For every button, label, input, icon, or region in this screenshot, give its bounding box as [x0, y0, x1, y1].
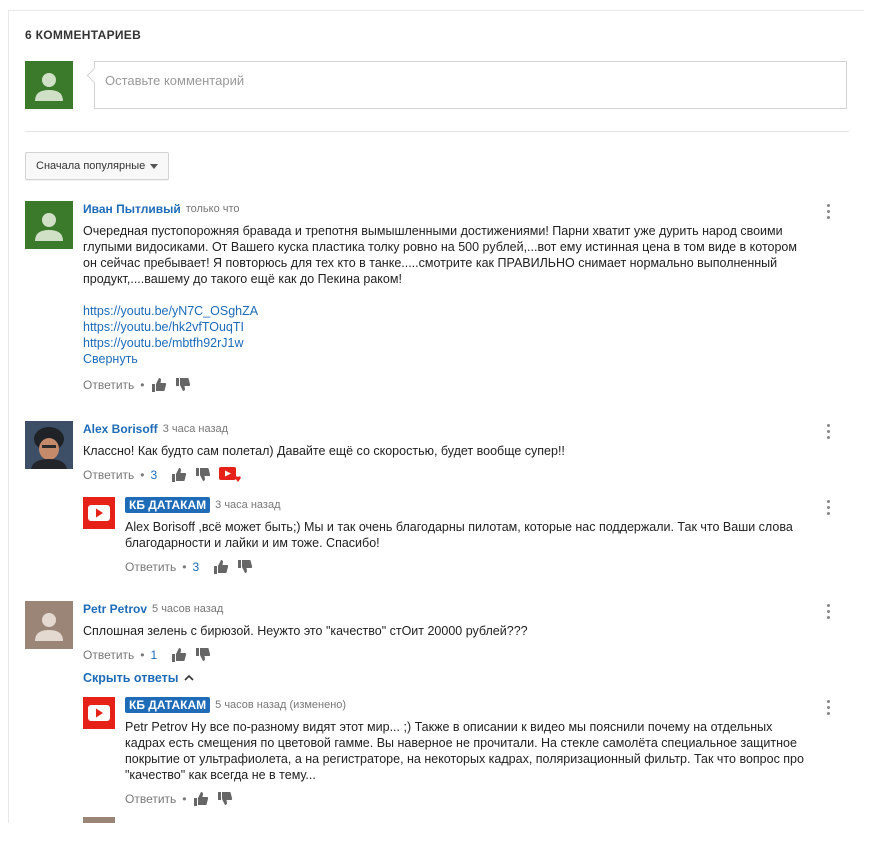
- hide-replies-toggle[interactable]: Скрыть ответы: [83, 671, 803, 685]
- hide-replies-label: Скрыть ответы: [83, 671, 179, 685]
- divider: [25, 131, 849, 132]
- comment-link[interactable]: https://youtu.be/mbtfh92rJ1w: [83, 335, 803, 351]
- avatar[interactable]: [25, 601, 73, 649]
- channel-avatar[interactable]: [83, 697, 115, 729]
- comment-time[interactable]: 3 часа назад: [163, 423, 228, 435]
- avatar[interactable]: [25, 421, 73, 469]
- thumbs-down-icon[interactable]: [175, 377, 191, 393]
- reply-item: КБ ДАТАКАМ 3 часа назад Alex Borisoff ,в…: [125, 497, 815, 575]
- thumbs-up-icon[interactable]: [193, 791, 209, 807]
- more-menu-icon[interactable]: [827, 204, 831, 220]
- comment-item: Petr Petrov 5 часов назад Сплошная зелен…: [83, 601, 803, 685]
- channel-owner-badge[interactable]: КБ ДАТАКАМ: [125, 697, 211, 713]
- comment-text: Petr Petrov Ну все по-разному видят этот…: [125, 720, 804, 782]
- creator-heart-icon: [219, 467, 241, 482]
- comment-author[interactable]: Alex Borisoff: [83, 422, 158, 436]
- more-menu-icon[interactable]: [827, 424, 831, 440]
- like-count: 3: [192, 560, 200, 574]
- current-user-avatar: [25, 61, 73, 109]
- collapse-link[interactable]: Свернуть: [83, 351, 803, 367]
- channel-owner-badge[interactable]: КБ ДАТАКАМ: [125, 497, 211, 513]
- reply-button[interactable]: Ответить: [125, 560, 176, 574]
- sort-label: Сначала популярные: [36, 160, 146, 172]
- comment-time[interactable]: 5 часов назад: [152, 603, 223, 615]
- comment-input-placeholder: Оставьте комментарий: [105, 73, 245, 88]
- thumbs-down-icon[interactable]: [237, 559, 253, 575]
- thumbs-down-icon[interactable]: [195, 467, 211, 483]
- more-menu-icon[interactable]: [827, 500, 831, 516]
- comment-text: Alex Borisoff ,всё может быть;) Мы и так…: [125, 520, 793, 550]
- comment-time[interactable]: 5 часов назад (изменено): [215, 699, 346, 711]
- thumbs-up-icon[interactable]: [151, 377, 167, 393]
- comment-text: Сплошная зелень с бирюзой. Неужто это "к…: [83, 624, 528, 638]
- comment-author[interactable]: Иван Пытливый: [83, 202, 181, 216]
- more-menu-icon[interactable]: [827, 604, 831, 620]
- comments-panel: 6 КОММЕНТАРИЕВ Оставьте комментарий Снач…: [8, 10, 864, 823]
- reply-button[interactable]: Ответить: [83, 468, 134, 482]
- avatar[interactable]: [25, 201, 73, 249]
- like-count: 1: [150, 648, 158, 662]
- avatar[interactable]: [83, 817, 115, 823]
- comment-link[interactable]: https://youtu.be/yN7C_OSghZA: [83, 303, 803, 319]
- thumbs-up-icon[interactable]: [171, 467, 187, 483]
- thumbs-down-icon[interactable]: [217, 791, 233, 807]
- comments-count: 6 КОММЕНТАРИЕВ: [25, 28, 142, 42]
- channel-avatar[interactable]: [83, 497, 115, 529]
- reply-button[interactable]: Ответить: [83, 648, 134, 662]
- more-menu-icon[interactable]: [827, 700, 831, 716]
- chevron-up-icon: [184, 674, 195, 681]
- like-count: 3: [150, 468, 158, 482]
- comment-input[interactable]: Оставьте комментарий: [86, 61, 847, 109]
- chevron-down-icon: [150, 164, 158, 169]
- comment-text: Классно! Как будто сам полетал) Давайте …: [83, 444, 565, 458]
- reply-button[interactable]: Ответить: [125, 792, 176, 806]
- thumbs-up-icon[interactable]: [213, 559, 229, 575]
- comment-author[interactable]: Petr Petrov: [83, 602, 147, 616]
- comment-time[interactable]: 3 часа назад: [215, 499, 280, 511]
- comment-item: Alex Borisoff 3 часа назад Классно! Как …: [83, 421, 803, 483]
- comment-text: Очередная пустопорожняя бравада и трепот…: [83, 224, 797, 286]
- thumbs-up-icon[interactable]: [171, 647, 187, 663]
- reply-item: КБ ДАТАКАМ 5 часов назад (изменено) Petr…: [125, 697, 815, 807]
- sort-dropdown[interactable]: Сначала популярные: [25, 152, 169, 180]
- comment-item: Иван Пытливый только что Очередная пусто…: [83, 201, 803, 393]
- comment-link[interactable]: https://youtu.be/hk2vfTOuqTI: [83, 319, 803, 335]
- reply-button[interactable]: Ответить: [83, 378, 134, 392]
- thumbs-down-icon[interactable]: [195, 647, 211, 663]
- comment-time[interactable]: только что: [186, 203, 240, 215]
